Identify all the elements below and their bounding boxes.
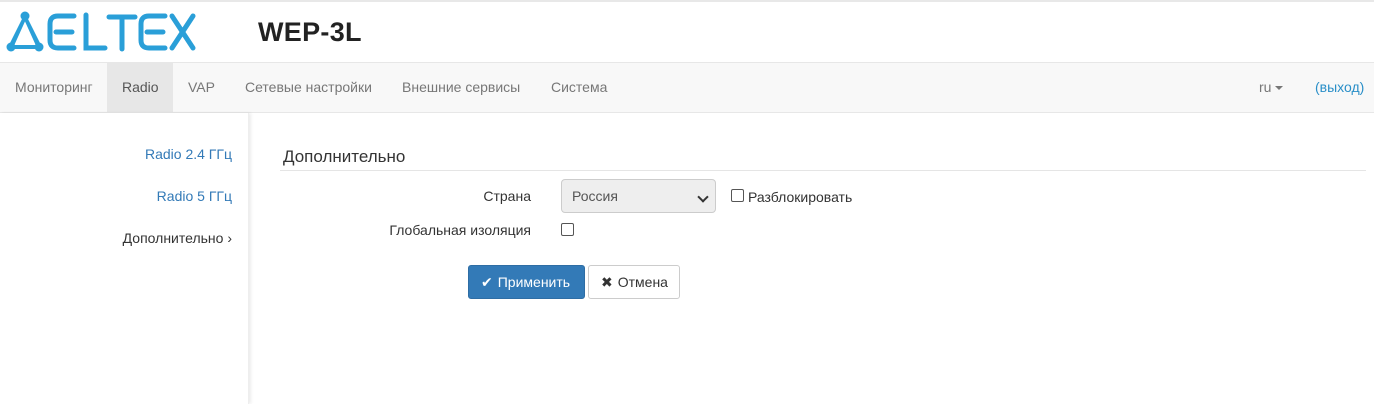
nav-monitoring[interactable]: Мониторинг — [0, 63, 108, 112]
eltex-logo[interactable] — [6, 10, 196, 54]
sidebar-item-radio-24[interactable]: Radio 2.4 ГГц — [145, 146, 232, 162]
check-icon: ✔ — [481, 274, 493, 290]
nav-network-settings[interactable]: Сетевые настройки — [230, 63, 387, 112]
close-icon: ✖ — [601, 274, 613, 290]
nav-radio[interactable]: Radio — [107, 63, 173, 112]
nav-system[interactable]: Система — [536, 63, 622, 112]
chevron-down-icon — [697, 191, 709, 203]
device-model-title: WEP-3L — [258, 17, 362, 47]
nav-external-services[interactable]: Внешние сервисы — [387, 63, 535, 112]
nav-vap[interactable]: VAP — [173, 63, 230, 112]
sidebar-item-additional[interactable]: Дополнительно › — [123, 230, 232, 246]
cancel-button-label: Отмена — [617, 274, 668, 290]
unlock-checkbox[interactable] — [731, 189, 744, 202]
sidebar: Radio 2.4 ГГц Radio 5 ГГц Дополнительно … — [0, 113, 249, 404]
apply-button[interactable]: ✔ Применить — [468, 265, 585, 299]
section-title: Дополнительно — [283, 147, 406, 166]
sidebar-item-radio-5[interactable]: Radio 5 ГГц — [157, 188, 232, 204]
logout-link[interactable]: (выход) — [1300, 63, 1374, 112]
apply-button-label: Применить — [497, 274, 571, 290]
isolation-label: Глобальная изоляция — [389, 222, 531, 238]
language-value: ru — [1259, 79, 1272, 95]
country-select-value: Россия — [572, 188, 618, 204]
brand-header: WEP-3L — [0, 2, 1374, 62]
country-select[interactable]: Россия — [561, 179, 716, 213]
caret-down-icon — [1275, 86, 1284, 91]
main-navbar: Мониторинг Radio VAP Сетевые настройки В… — [0, 62, 1374, 113]
country-label: Страна — [483, 188, 531, 204]
language-dropdown[interactable]: ru — [1244, 63, 1298, 112]
section-divider — [280, 170, 1366, 171]
cancel-button[interactable]: ✖ Отмена — [588, 265, 680, 299]
unlock-label[interactable]: Разблокировать — [748, 189, 852, 205]
isolation-checkbox[interactable] — [561, 223, 574, 236]
